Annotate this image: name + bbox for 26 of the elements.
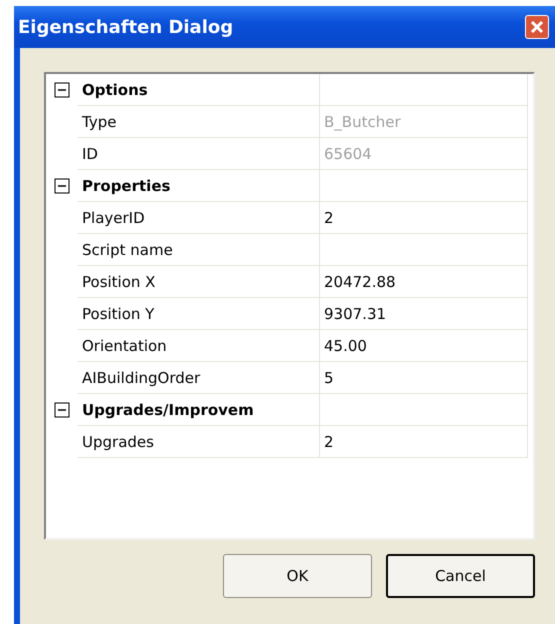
close-button[interactable]	[525, 15, 549, 39]
close-icon	[530, 20, 544, 34]
property-name[interactable]: Position Y	[78, 298, 320, 330]
window-title: Eigenschaften Dialog	[18, 16, 234, 38]
property-value: B_Butcher	[320, 106, 528, 138]
property-value[interactable]: 45.00	[320, 330, 528, 362]
ok-button[interactable]: OK	[223, 554, 372, 598]
collapse-icon[interactable]	[54, 402, 70, 418]
property-value[interactable]: 2	[320, 426, 528, 458]
property-name[interactable]: Upgrades	[78, 426, 320, 458]
property-value[interactable]: 9307.31	[320, 298, 528, 330]
property-name[interactable]: PlayerID	[78, 202, 320, 234]
collapse-icon[interactable]	[54, 82, 70, 98]
cancel-button[interactable]: Cancel	[386, 554, 535, 598]
property-name[interactable]: Position X	[78, 266, 320, 298]
property-value: 65604	[320, 138, 528, 170]
property-name[interactable]: Orientation	[78, 330, 320, 362]
value-cell[interactable]	[320, 234, 528, 266]
category-label: Properties	[78, 170, 320, 202]
property-name[interactable]: Script name	[78, 234, 320, 266]
property-name[interactable]: AIBuildingOrder	[78, 362, 320, 394]
property-value[interactable]: 20472.88	[320, 266, 528, 298]
category-label: Upgrades/Improvem	[78, 394, 320, 426]
collapse-icon[interactable]	[54, 178, 70, 194]
category-label: Options	[78, 74, 320, 106]
property-value[interactable]: 5	[320, 362, 528, 394]
